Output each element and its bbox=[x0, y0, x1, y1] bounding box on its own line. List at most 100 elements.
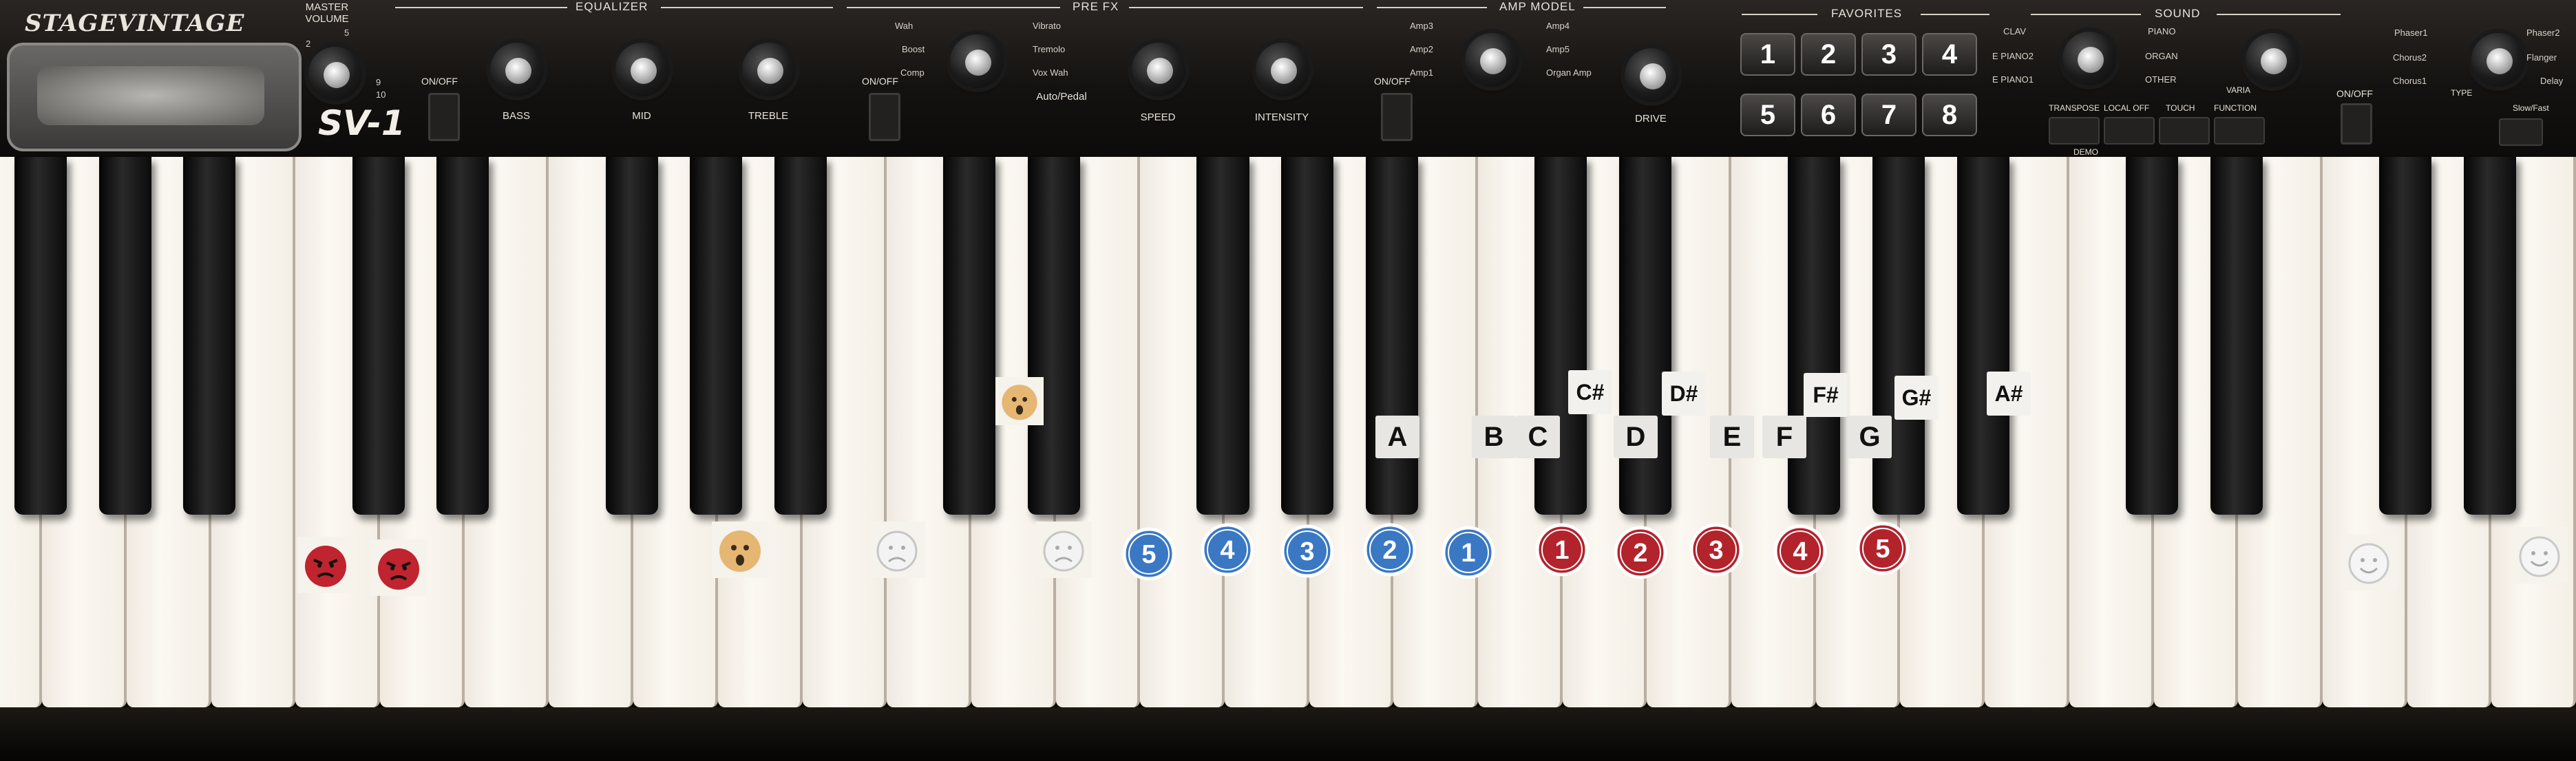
touch-label: TOUCH bbox=[2166, 103, 2195, 113]
keybed: A B C D E F G C# D# F# G# A# 5 4 3 2 1 1 bbox=[0, 157, 2576, 761]
variation-knob[interactable] bbox=[2246, 33, 2299, 87]
favorite-6-button[interactable]: 6 bbox=[1801, 94, 1856, 136]
black-key[interactable] bbox=[2126, 157, 2179, 515]
mod-option: Delay bbox=[2540, 76, 2564, 86]
black-key[interactable] bbox=[1534, 157, 1587, 515]
black-key[interactable] bbox=[2463, 157, 2516, 515]
sound-option: PIANO bbox=[2148, 26, 2176, 36]
treble-knob[interactable] bbox=[742, 43, 796, 96]
black-key[interactable] bbox=[1788, 157, 1841, 515]
black-key[interactable] bbox=[1872, 157, 1925, 515]
happy-face-icon bbox=[2511, 527, 2568, 583]
finger-number: 2 bbox=[1382, 536, 1397, 565]
mod-type-knob[interactable] bbox=[2471, 33, 2525, 87]
black-key[interactable] bbox=[98, 157, 151, 515]
pre-fx-on-off-switch[interactable] bbox=[869, 93, 900, 141]
angry-face-icon bbox=[297, 537, 354, 593]
amp-model-section-title: AMP MODEL bbox=[1499, 0, 1576, 13]
master-volume-knob[interactable] bbox=[308, 47, 362, 100]
favorite-1-button[interactable]: 1 bbox=[1740, 33, 1795, 76]
variation-label: VARIA bbox=[2226, 85, 2251, 95]
touch-button[interactable] bbox=[2159, 117, 2210, 144]
control-panel: STAGEVINTAGE SV-1 MASTER VOLUME EQUALIZE… bbox=[0, 0, 2576, 160]
sound-option: ORGAN bbox=[2145, 51, 2178, 61]
note-label-a: A bbox=[1375, 416, 1419, 458]
black-key[interactable] bbox=[2210, 157, 2263, 515]
pre-fx-type-knob[interactable] bbox=[950, 34, 1004, 88]
black-key[interactable] bbox=[1956, 157, 2009, 515]
favorite-2-button[interactable]: 2 bbox=[1801, 33, 1856, 76]
finger-number: 3 bbox=[1300, 537, 1314, 566]
section-divider bbox=[1583, 7, 1666, 8]
amp-type-knob[interactable] bbox=[1465, 33, 1519, 87]
finger-sticker-red: 2 bbox=[1612, 524, 1669, 581]
local-off-button[interactable] bbox=[2104, 117, 2155, 144]
black-key[interactable] bbox=[183, 157, 236, 515]
mod-option: Flanger bbox=[2526, 52, 2557, 63]
black-key[interactable] bbox=[690, 157, 743, 515]
brand-logo: STAGEVINTAGE bbox=[25, 10, 245, 37]
finger-sticker-red: 3 bbox=[1688, 522, 1744, 578]
pre-fx-option: Vibrato bbox=[1033, 21, 1061, 31]
mid-knob[interactable] bbox=[615, 43, 669, 96]
black-key[interactable] bbox=[1365, 157, 1418, 515]
favorite-5-button[interactable]: 5 bbox=[1740, 94, 1795, 136]
slow-fast-label: Slow/Fast bbox=[2513, 103, 2549, 113]
pre-fx-option: Tremolo bbox=[1033, 44, 1066, 54]
front-rail bbox=[0, 707, 2576, 761]
finger-number: 3 bbox=[1709, 536, 1723, 565]
scale-number: 5 bbox=[344, 28, 350, 38]
note-label-g: G bbox=[1848, 416, 1892, 458]
favorite-4-button[interactable]: 4 bbox=[1922, 33, 1977, 76]
bass-knob[interactable] bbox=[490, 43, 544, 96]
drive-knob[interactable] bbox=[1625, 48, 1678, 102]
black-key[interactable] bbox=[2379, 157, 2432, 515]
favorite-3-button[interactable]: 3 bbox=[1861, 33, 1917, 76]
transpose-button[interactable] bbox=[2049, 117, 2100, 144]
speed-knob[interactable] bbox=[1132, 43, 1185, 96]
happy-face-icon bbox=[2341, 534, 2397, 590]
favorite-8-button[interactable]: 8 bbox=[1922, 94, 1977, 136]
finger-sticker-blue: 1 bbox=[1440, 524, 1497, 581]
pre-fx-section-title: PRE FX bbox=[1073, 0, 1119, 13]
black-key[interactable] bbox=[605, 157, 658, 515]
note-label-b: B bbox=[1472, 416, 1516, 458]
black-key[interactable] bbox=[1196, 157, 1249, 515]
section-divider bbox=[1129, 7, 1363, 8]
function-label: FUNCTION bbox=[2214, 103, 2257, 113]
finger-sticker-blue: 3 bbox=[1279, 523, 1335, 579]
scale-number: 10 bbox=[376, 89, 386, 100]
finger-number: 5 bbox=[1141, 540, 1156, 569]
sound-type-knob[interactable] bbox=[2062, 32, 2116, 85]
black-key[interactable] bbox=[1028, 157, 1081, 515]
function-button[interactable] bbox=[2214, 117, 2265, 144]
black-key[interactable] bbox=[774, 157, 827, 515]
slow-fast-button[interactable] bbox=[2499, 118, 2543, 146]
mod-option: Phaser1 bbox=[2394, 28, 2428, 38]
mid-label: MID bbox=[632, 110, 651, 122]
intensity-knob[interactable] bbox=[1256, 43, 1309, 96]
black-key[interactable] bbox=[1281, 157, 1334, 515]
black-key[interactable] bbox=[1618, 157, 1671, 515]
black-key[interactable] bbox=[436, 157, 489, 515]
black-key[interactable] bbox=[14, 157, 67, 515]
mod-on-off-label: ON/OFF bbox=[2336, 88, 2373, 99]
black-key[interactable] bbox=[943, 157, 996, 515]
mod-on-off-switch[interactable] bbox=[2341, 103, 2372, 144]
black-key[interactable] bbox=[352, 157, 405, 515]
drive-label: DRIVE bbox=[1635, 113, 1667, 125]
keyboard-photo: STAGEVINTAGE SV-1 MASTER VOLUME EQUALIZE… bbox=[0, 0, 2576, 761]
sound-option: E PIANO2 bbox=[1992, 51, 2034, 61]
master-volume-label: MASTER VOLUME bbox=[305, 1, 349, 25]
section-divider bbox=[2031, 14, 2141, 15]
amp-on-off-switch[interactable] bbox=[1381, 93, 1413, 141]
eq-on-off-switch[interactable] bbox=[428, 93, 460, 141]
equalizer-section-title: EQUALIZER bbox=[576, 0, 648, 13]
amp-option: Organ Amp bbox=[1546, 67, 1592, 78]
favorite-7-button[interactable]: 7 bbox=[1861, 94, 1917, 136]
sound-section-title: SOUND bbox=[2155, 7, 2201, 20]
amp-on-off-label: ON/OFF bbox=[1374, 76, 1411, 87]
section-divider bbox=[1742, 14, 1817, 15]
eq-on-off-label: ON/OFF bbox=[421, 76, 458, 87]
note-label-c: C bbox=[1516, 416, 1560, 458]
